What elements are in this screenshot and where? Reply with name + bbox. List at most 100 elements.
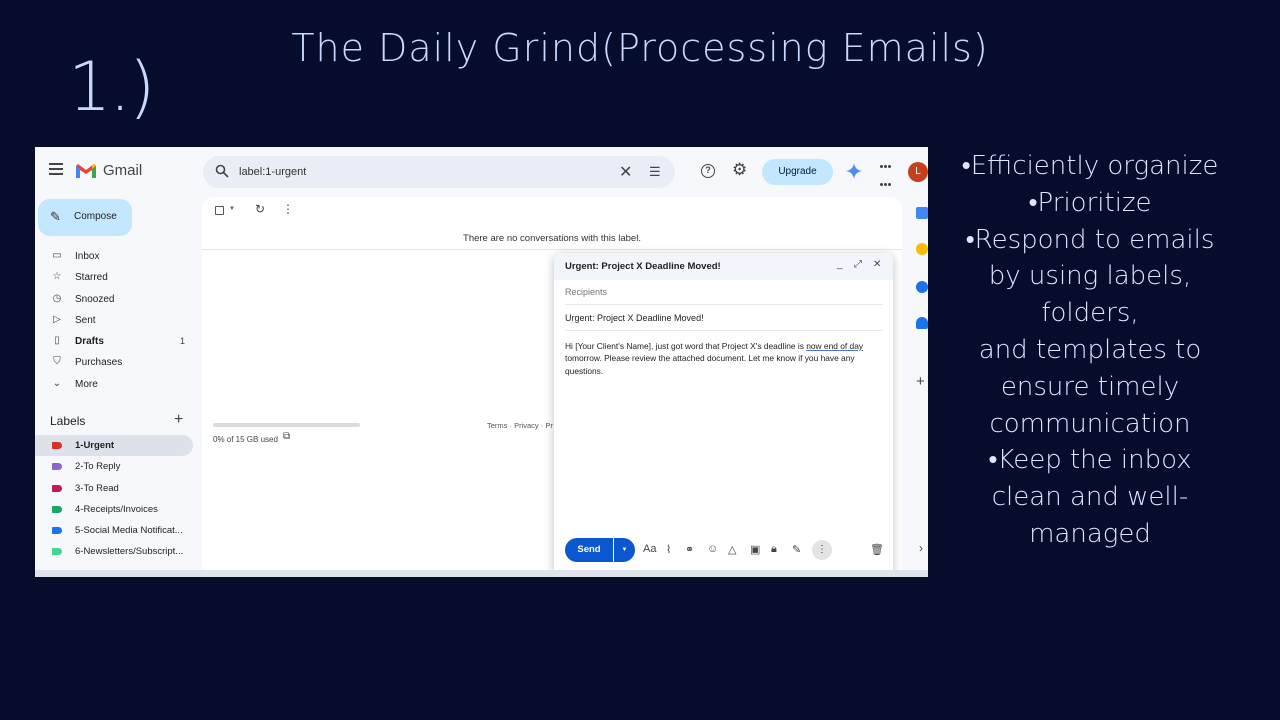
label-name: 6-Newsletters/Subscript...	[75, 546, 184, 558]
add-label-icon[interactable]: +	[174, 411, 183, 429]
label-tag-icon	[52, 548, 62, 556]
confidential-lock-icon[interactable]: 🔒︎	[771, 543, 777, 556]
select-all-checkbox[interactable]	[215, 206, 224, 215]
storage-meter	[213, 423, 360, 427]
label-item-1-urgent[interactable]: 1-Urgent	[35, 435, 193, 457]
sidebar-item-drafts[interactable]: ▯ Drafts 1	[35, 331, 195, 352]
compose-label: Compose	[74, 211, 117, 222]
bag-icon: ⛉	[53, 356, 61, 368]
chevron-right-icon[interactable]: ›	[919, 541, 923, 555]
bullet-item: •Keep the inbox clean and well- managed	[988, 445, 1192, 549]
slide-title: The Daily Grind(Processing Emails)	[0, 26, 1280, 70]
sidebar-nav: ▭ Inbox ☆ Starred ◷ Snoozed ▷ Sent ▯ Dra…	[35, 246, 195, 395]
search-icon[interactable]	[215, 164, 229, 178]
body-text: Hi [Your Client's Name], just got word t…	[565, 341, 807, 351]
drafts-count: 1	[179, 336, 185, 347]
emoji-icon[interactable]: ☺	[707, 543, 718, 555]
label-item-2-to-reply[interactable]: 2-To Reply	[35, 456, 193, 477]
upgrade-button[interactable]: Upgrade	[762, 159, 833, 185]
body-underlined-text: now end of day	[806, 341, 864, 351]
attach-icon[interactable]: ⌇	[666, 543, 671, 556]
more-options-icon[interactable]: ⋮	[282, 202, 294, 216]
discard-trash-icon[interactable]: 🗑︎	[870, 543, 884, 556]
label-item-4-receipts[interactable]: 4-Receipts/Invoices	[35, 499, 193, 520]
label-item-3-to-read[interactable]: 3-To Read	[35, 478, 193, 499]
clear-search-icon[interactable]: ✕	[619, 162, 632, 182]
add-addon-icon[interactable]: +	[916, 373, 925, 390]
search-options-icon[interactable]: ☰	[649, 164, 661, 180]
label-tag-icon	[52, 527, 62, 535]
send-icon: ▷	[53, 313, 61, 325]
send-button[interactable]: Send	[565, 538, 613, 562]
sidebar-item-starred[interactable]: ☆ Starred	[35, 267, 195, 288]
recipients-field[interactable]	[565, 287, 883, 305]
side-panel: + ›	[906, 197, 928, 567]
labels-heading: Labels	[50, 414, 86, 428]
gemini-sparkle-icon[interactable]	[846, 163, 862, 179]
subject-field[interactable]	[565, 313, 883, 331]
label-tag-icon	[52, 484, 62, 492]
compose-button[interactable]: ✎ Compose	[38, 199, 132, 236]
sidebar-item-more[interactable]: ⌄ More	[35, 374, 195, 395]
compose-window-header[interactable]: Urgent: Project X Deadline Moved! _ ⤢ ✕	[554, 253, 893, 280]
link-icon[interactable]: ⚭	[685, 543, 694, 556]
gmail-topbar: Gmail ✕ ☰ ? ⚙ Upgrade L	[35, 147, 928, 204]
settings-gear-icon[interactable]: ⚙	[732, 160, 747, 180]
help-icon[interactable]: ?	[701, 164, 715, 178]
minimize-icon[interactable]: _	[837, 259, 843, 270]
account-avatar[interactable]: L	[908, 162, 928, 182]
photo-icon[interactable]: ▣	[750, 543, 760, 556]
sidebar-item-label: Drafts	[75, 336, 104, 348]
bullet-item: •Prioritize	[1028, 187, 1152, 218]
star-icon: ☆	[52, 271, 62, 283]
refresh-icon[interactable]: ↻	[255, 202, 265, 216]
sidebar-item-purchases[interactable]: ⛉ Purchases	[35, 352, 195, 373]
expand-icon[interactable]: ⤢	[854, 259, 862, 270]
signature-pen-icon[interactable]: ✎	[792, 543, 801, 556]
sidebar-item-sent[interactable]: ▷ Sent	[35, 310, 195, 331]
gmail-screenshot: Gmail ✕ ☰ ? ⚙ Upgrade L ✎ Compose ▭ Inbo…	[35, 147, 928, 577]
draft-icon: ▯	[54, 335, 60, 347]
label-name: 4-Receipts/Invoices	[75, 503, 158, 515]
drive-icon[interactable]: △	[728, 543, 736, 556]
keep-icon[interactable]	[916, 243, 928, 255]
message-body[interactable]: Hi [Your Client's Name], just got word t…	[565, 340, 883, 377]
send-options-icon[interactable]: ▼	[614, 538, 635, 562]
sidebar-item-label: Sent	[75, 314, 96, 326]
main-menu-icon[interactable]	[49, 163, 63, 175]
sidebar-item-snoozed[interactable]: ◷ Snoozed	[35, 289, 195, 310]
compose-window: Urgent: Project X Deadline Moved! _ ⤢ ✕ …	[554, 253, 893, 573]
sidebar-item-label: Starred	[75, 272, 108, 284]
search-input[interactable]	[239, 162, 599, 182]
close-icon[interactable]: ✕	[873, 259, 881, 270]
sidebar-item-inbox[interactable]: ▭ Inbox	[35, 246, 195, 267]
label-name: 1-Urgent	[75, 440, 115, 451]
label-item-5-social-media[interactable]: 5-Social Media Notificat...	[35, 520, 193, 541]
recipients-input[interactable]	[565, 287, 883, 297]
apps-grid-icon[interactable]	[880, 165, 892, 204]
label-name: 3-To Read	[75, 482, 119, 494]
calendar-icon[interactable]	[916, 207, 928, 219]
gmail-wordmark: Gmail	[103, 162, 143, 179]
footer-links[interactable]: Terms · Privacy · Pr	[487, 421, 553, 430]
inbox-icon: ▭	[52, 250, 62, 261]
label-item-6-newsletters[interactable]: 6-Newsletters/Subscript...	[35, 541, 193, 562]
label-tag-icon	[52, 463, 62, 471]
bullet-item: •Respond to emails by using labels, fold…	[965, 224, 1215, 439]
gmail-logo-icon[interactable]	[75, 163, 97, 179]
body-text: tomorrow. Please review the attached doc…	[565, 353, 855, 376]
sidebar-item-label: Purchases	[75, 357, 123, 369]
more-options-icon[interactable]: ⋮	[812, 540, 832, 560]
bullet-list: •Efficiently organize •Prioritize •Respo…	[946, 148, 1234, 553]
label-tag-icon	[52, 442, 62, 449]
label-tag-icon	[52, 505, 62, 513]
slide-title-text: The Daily Grind(Processing Emails)	[291, 26, 989, 70]
contacts-icon[interactable]	[916, 317, 928, 329]
external-link-icon[interactable]: ⧉	[283, 431, 290, 442]
select-dropdown-icon[interactable]: ▼	[229, 206, 235, 212]
empty-label-message: There are no conversations with this lab…	[202, 233, 902, 244]
subject-input[interactable]	[565, 313, 883, 323]
tasks-icon[interactable]	[916, 281, 928, 293]
formatting-icon[interactable]: Aa	[643, 543, 656, 555]
search-bar[interactable]: ✕ ☰	[203, 156, 675, 188]
